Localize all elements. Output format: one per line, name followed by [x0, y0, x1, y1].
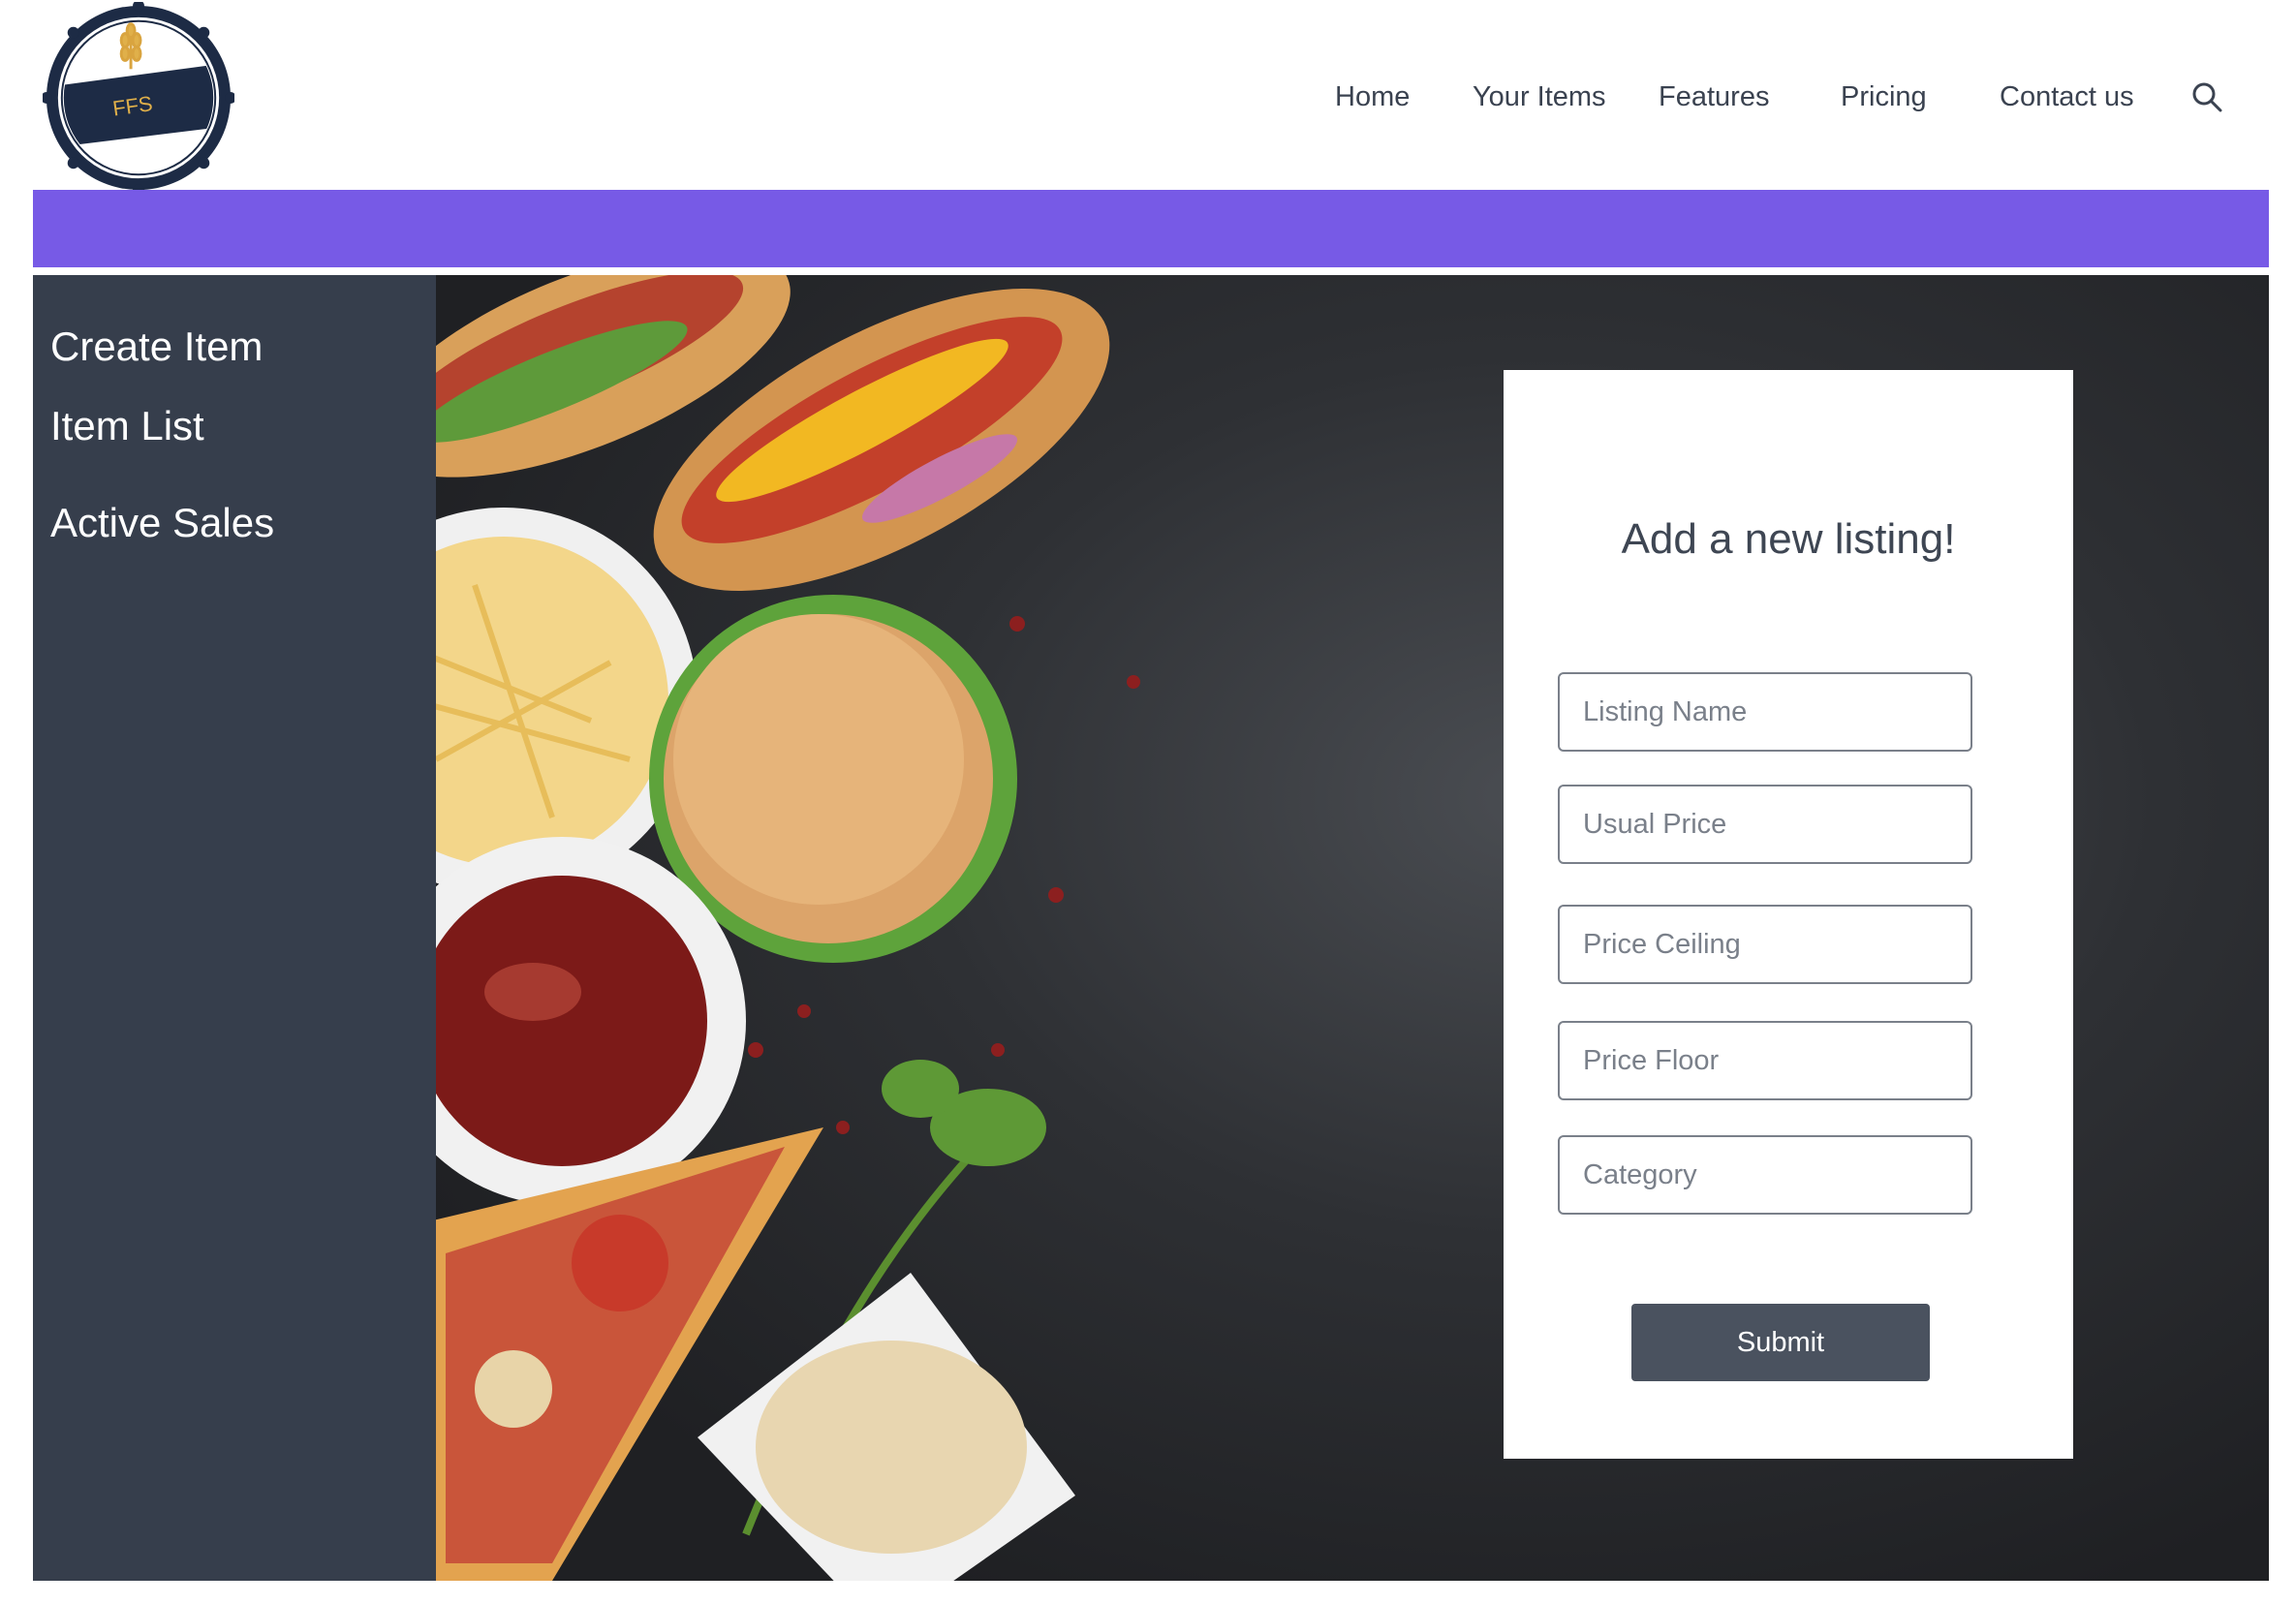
submit-button[interactable]: Submit: [1631, 1304, 1930, 1381]
nav-your-items[interactable]: Your Items: [1473, 76, 1606, 118]
header-banner: [33, 190, 2269, 267]
main-nav: Home Your Items Features Pricing Contact…: [0, 76, 2296, 118]
nav-pricing[interactable]: Pricing: [1841, 76, 1927, 118]
usual-price-input[interactable]: [1558, 785, 1972, 864]
pizza-slice-image: [436, 1127, 823, 1581]
sidebar-item-item-list[interactable]: Item List: [50, 403, 204, 449]
sidebar: Create Item Item List Active Sales: [33, 275, 436, 1581]
nav-features[interactable]: Features: [1659, 76, 1769, 118]
listing-name-input[interactable]: [1558, 672, 1972, 752]
sidebar-item-create-item[interactable]: Create Item: [50, 324, 263, 370]
new-listing-form: Add a new listing! Submit: [1504, 370, 2073, 1459]
nuts-dish-image: [698, 1273, 1075, 1581]
price-floor-input[interactable]: [1558, 1021, 1972, 1100]
sidebar-item-active-sales[interactable]: Active Sales: [50, 500, 274, 546]
nav-home[interactable]: Home: [1335, 76, 1410, 118]
page: FFS Home Your Items Features Pricing Con…: [0, 0, 2296, 1604]
price-ceiling-input[interactable]: [1558, 905, 1972, 984]
category-input[interactable]: [1558, 1135, 1972, 1215]
form-title: Add a new listing!: [1621, 515, 1956, 563]
fries-bowl-image: [436, 508, 698, 895]
nav-contact-us[interactable]: Contact us: [2000, 76, 2134, 118]
banner-divider: [33, 267, 2269, 275]
search-icon[interactable]: [2189, 79, 2224, 114]
site-header: FFS Home Your Items Features Pricing Con…: [0, 0, 2296, 194]
